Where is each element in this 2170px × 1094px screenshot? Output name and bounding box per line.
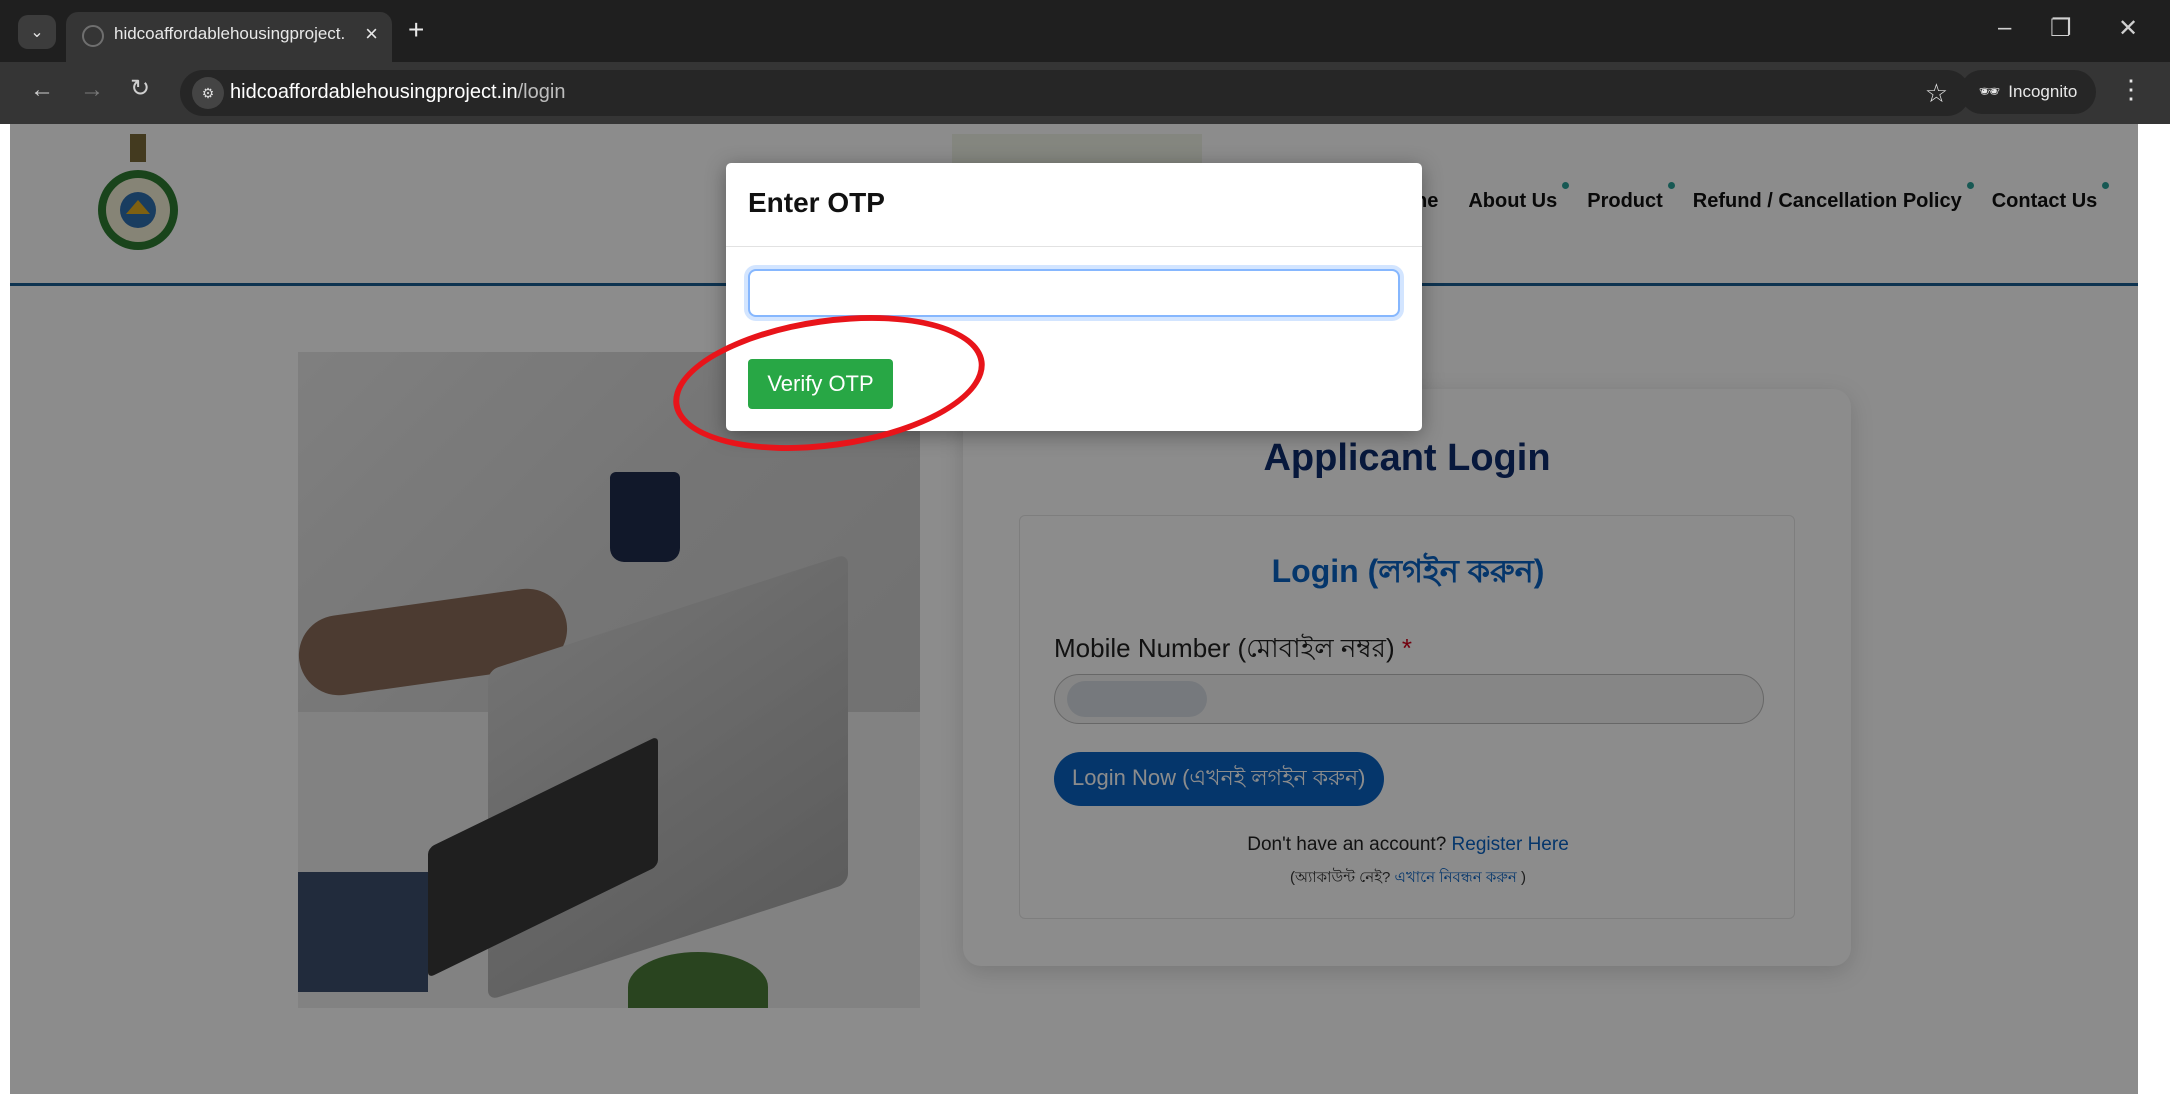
new-tab-icon[interactable]: + — [408, 14, 424, 46]
incognito-icon: 🕶 — [1978, 82, 2001, 101]
browser-tab-strip: ⌄ hidcoaffordablehousingproject. × + – ❐… — [0, 0, 2170, 62]
site-info-icon[interactable]: ⚙ — [192, 77, 224, 109]
close-window-icon[interactable]: ✕ — [2118, 14, 2138, 43]
modal-header: Enter OTP — [726, 163, 1422, 247]
browser-menu-icon[interactable]: ⋮ — [2118, 74, 2144, 105]
browser-tab[interactable]: hidcoaffordablehousingproject. × — [66, 12, 392, 62]
tab-title: hidcoaffordablehousingproject. — [114, 24, 344, 43]
incognito-badge[interactable]: 🕶 Incognito — [1960, 70, 2096, 114]
minimize-icon[interactable]: – — [1998, 14, 2011, 42]
tab-search-chevron-icon[interactable]: ⌄ — [18, 15, 56, 49]
close-tab-icon[interactable]: × — [365, 21, 378, 47]
otp-input[interactable] — [748, 269, 1400, 317]
globe-icon — [82, 25, 104, 47]
forward-icon[interactable]: → — [80, 76, 104, 104]
restore-icon[interactable]: ❐ — [2050, 14, 2072, 43]
url-text: hidcoaffordablehousingproject.in/login — [230, 81, 566, 103]
incognito-label: Incognito — [2008, 82, 2078, 101]
bookmark-star-icon[interactable]: ☆ — [1925, 78, 1948, 109]
back-icon[interactable]: ← — [30, 76, 54, 104]
reload-icon[interactable]: ↻ — [130, 74, 150, 103]
modal-title: Enter OTP — [748, 187, 885, 218]
address-bar[interactable]: ⚙ hidcoaffordablehousingproject.in/login… — [180, 70, 1970, 116]
